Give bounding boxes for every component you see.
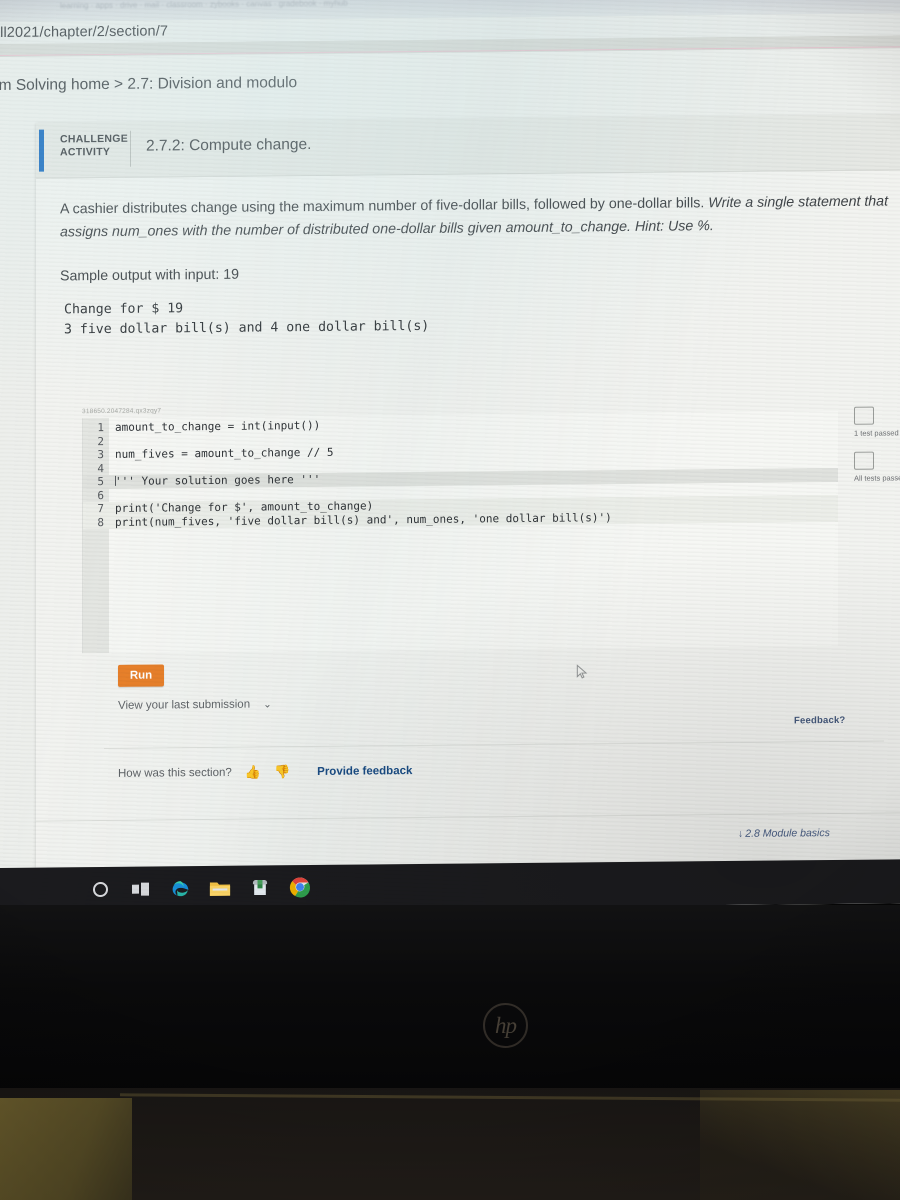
desk-wood-left <box>0 1098 132 1200</box>
line-number-4: 4 <box>97 461 104 475</box>
header-divider <box>130 130 131 167</box>
edge-icon[interactable] <box>168 876 192 900</box>
test-caption-2: All tests passed <box>854 473 900 483</box>
test-caption-1: 1 test passed <box>854 428 899 438</box>
line-code-2 <box>109 434 115 447</box>
line-number-3: 3 <box>97 448 104 462</box>
activity-prompt: A cashier distributes change using the m… <box>60 190 900 244</box>
test-result-2: All tests passed <box>854 451 900 484</box>
accent-bar <box>39 129 44 172</box>
run-button[interactable]: Run <box>118 664 164 687</box>
line-number-1: 1 <box>97 421 104 435</box>
chrome-icon[interactable] <box>288 875 312 899</box>
hp-logo: hp <box>483 1003 528 1048</box>
monitor-screen: learning · apps · drive · mail · classro… <box>0 0 900 913</box>
feedback-tab[interactable]: Feedback? <box>794 715 845 726</box>
line-number-7: 7 <box>97 502 104 516</box>
task-view-icon[interactable] <box>128 877 152 901</box>
sample-output-text: Change for $ 19 3 five dollar bill(s) an… <box>64 301 430 338</box>
editor-scrollbar[interactable] <box>838 411 842 646</box>
view-last-submission-label: View your last submission <box>118 698 251 712</box>
line-code-4 <box>109 461 115 474</box>
sample-output-label: Sample output with input: 19 <box>60 266 240 285</box>
zybooks-page: em Solving home > 2.7: Division and modu… <box>0 48 900 913</box>
challenge-activity-card: CHALLENGE ACTIVITY 2.7.2: Compute change… <box>36 114 900 868</box>
provide-feedback-link[interactable]: Provide feedback <box>317 765 412 778</box>
label-line-1: CHALLENGE <box>60 132 129 146</box>
line-number-2: 2 <box>97 434 104 448</box>
search-icon[interactable] <box>88 877 112 901</box>
monitor-bezel <box>0 905 900 1090</box>
line-code-6 <box>109 488 115 501</box>
test-status-box-1 <box>854 406 874 425</box>
card-divider <box>104 740 884 750</box>
next-section-label: 2.8 Module basics <box>745 827 830 840</box>
breadcrumb[interactable]: em Solving home > 2.7: Division and modu… <box>0 74 297 95</box>
page-title: 2.7.2: Compute change. <box>146 136 312 155</box>
line-number-5: 5 <box>97 475 104 489</box>
editor-code-area[interactable]: 1 amount_to_change = int(input()) 2 3 num_fi… <box>83 414 838 530</box>
thumbs-down-icon[interactable]: 👎 <box>274 764 290 779</box>
label-line-2: ACTIVITY <box>60 145 111 159</box>
line-number-8: 8 <box>97 515 104 529</box>
microsoft-store-icon[interactable] <box>248 875 272 899</box>
feedback-question: How was this section? <box>118 766 232 780</box>
line-number-6: 6 <box>97 488 104 502</box>
challenge-activity-label: CHALLENGE ACTIVITY <box>60 133 128 160</box>
test-status-box-2 <box>854 451 874 470</box>
mouse-cursor-icon <box>576 664 588 679</box>
next-section-link[interactable]: ↓ 2.8 Module basics <box>738 827 830 840</box>
file-explorer-icon[interactable] <box>208 876 232 900</box>
test-results-panel: 1 test passed All tests passed <box>854 406 900 497</box>
view-last-submission-toggle[interactable]: View your last submission ⌄ <box>118 698 272 712</box>
card-header: CHALLENGE ACTIVITY 2.7.2: Compute change… <box>36 114 900 179</box>
desk-wood-right <box>700 1090 900 1200</box>
text-caret <box>115 475 116 486</box>
thumbs-up-icon[interactable]: 👍 <box>245 764 261 779</box>
editor-id-text: 318650.2047284.qx3zqy7 <box>82 407 162 416</box>
prompt-text-plain: A cashier distributes change using the m… <box>60 195 709 218</box>
chevron-down-icon: ⌄ <box>263 699 272 711</box>
code-editor[interactable]: 1 amount_to_change = int(input()) 2 3 num_fi… <box>82 410 838 654</box>
feedback-row: How was this section? 👍 👎 Provide feedba… <box>118 764 412 780</box>
photograph-of-monitor: learning · apps · drive · mail · classro… <box>0 0 900 1200</box>
bookmarks-ghost-text: learning · apps · drive · mail · classro… <box>60 0 348 11</box>
test-result-1: 1 test passed <box>854 406 900 439</box>
arrow-down-icon: ↓ <box>738 827 744 840</box>
address-bar-url[interactable]: all2021/chapter/2/section/7 <box>0 23 168 41</box>
line-code-5: ''' Your solution goes here ''' <box>115 472 321 488</box>
line-code-1: amount_to_change = int(input()) <box>115 418 321 434</box>
